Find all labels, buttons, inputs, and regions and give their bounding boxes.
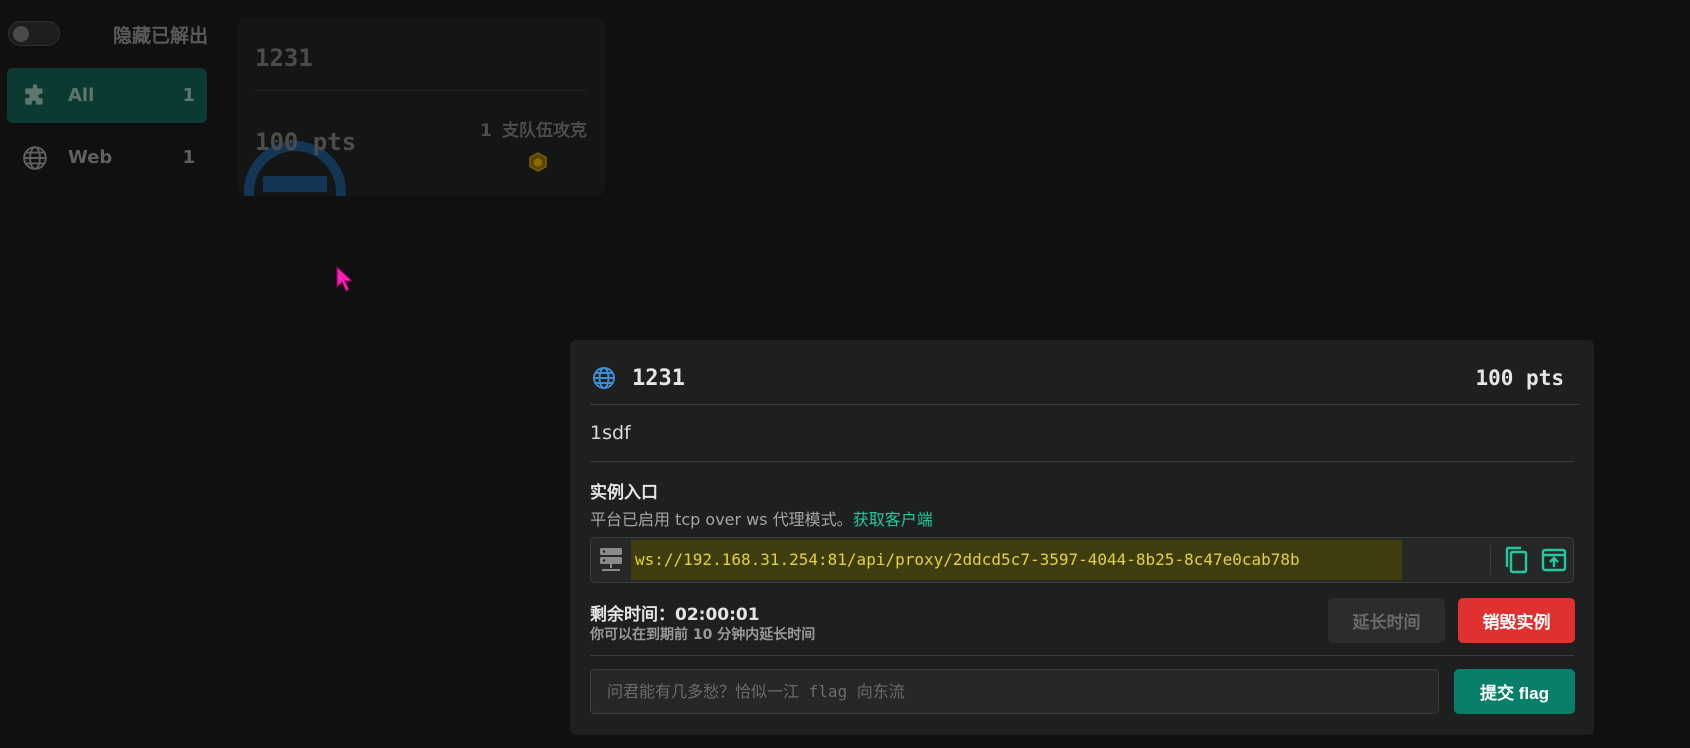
url-separator (1490, 545, 1491, 575)
category-web-label: Web (68, 147, 113, 168)
challenge-description: 1sdf (590, 422, 631, 444)
destroy-instance-button[interactable]: 销毁实例 (1458, 598, 1575, 643)
instance-title: 实例入口 (590, 483, 658, 503)
challenge-card-points: 100 pts (255, 128, 357, 156)
extend-time-button[interactable]: 延长时间 (1328, 598, 1445, 643)
solved-count: 1 (480, 121, 492, 141)
copy-icon[interactable] (1497, 541, 1535, 579)
remaining-time: 剩余时间：02:00:01 (590, 605, 760, 625)
category-web-count: 1 (182, 147, 195, 168)
instance-url-field[interactable]: ws://192.168.31.254:81/api/proxy/2ddcd5c… (590, 537, 1574, 583)
modal-header: 1231 100 pts (592, 358, 1564, 398)
server-icon (591, 547, 631, 573)
hide-solved-switch[interactable] (8, 21, 60, 46)
footer-divider (590, 655, 1574, 656)
category-all[interactable]: All 1 (7, 68, 207, 123)
mouse-cursor-icon (336, 265, 354, 296)
modal-points: 100 pts (1475, 366, 1564, 390)
modal-title: 1231 (632, 365, 685, 391)
submit-flag-button[interactable]: 提交 flag (1454, 669, 1575, 714)
challenge-card[interactable]: 1231 100 pts 1 支队伍攻克 (237, 18, 605, 196)
instance-url-text[interactable]: ws://192.168.31.254:81/api/proxy/2ddcd5c… (631, 540, 1402, 580)
hide-solved-label: 隐藏已解出 (112, 25, 208, 47)
globe-icon (592, 366, 616, 390)
hide-solved-toggle-row[interactable]: 隐藏已解出 (8, 18, 208, 48)
challenge-card-divider (255, 90, 587, 91)
hexagon-badge-icon (529, 152, 547, 176)
category-all-count: 1 (182, 85, 195, 106)
category-all-label: All (68, 85, 95, 106)
instance-proxy-note: 平台已启用 tcp over ws 代理模式。 (590, 510, 853, 529)
challenge-card-title: 1231 (255, 44, 313, 72)
flag-input[interactable] (590, 669, 1439, 714)
extend-hint: 你可以在到期前 10 分钟内延长时间 (590, 627, 816, 643)
switch-knob (13, 26, 29, 42)
puzzle-icon (20, 81, 50, 111)
open-in-new-icon[interactable] (1535, 541, 1573, 579)
globe-icon (20, 143, 50, 173)
category-web[interactable]: Web 1 (7, 130, 207, 185)
header-divider (590, 404, 1580, 405)
description-divider (590, 461, 1574, 462)
challenge-modal: 1231 100 pts 1sdf 实例入口 平台已启用 tcp over ws… (570, 340, 1594, 735)
solved-label: 支队伍攻克 (502, 121, 587, 141)
instance-subtitle: 平台已启用 tcp over ws 代理模式。获取客户端 (590, 506, 933, 530)
challenge-card-solved: 1 支队伍攻克 (480, 116, 587, 141)
page: 隐藏已解出 All 1 Web 1 1231 100 pts 1 支队伍攻克 1… (0, 0, 1690, 748)
get-client-link[interactable]: 获取客户端 (853, 510, 933, 529)
